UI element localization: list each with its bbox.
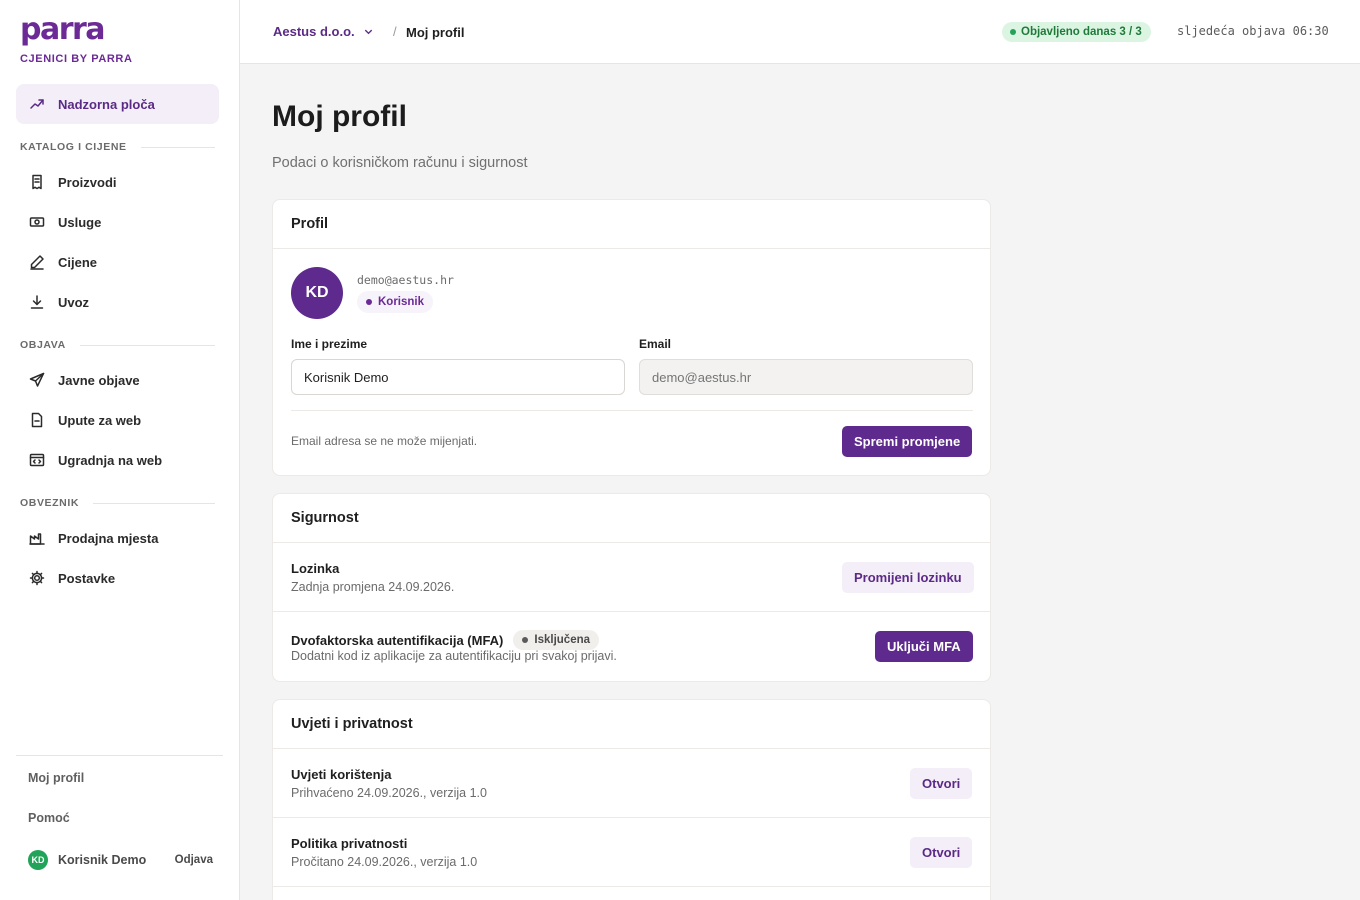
privacy-desc: Pročitano 24.09.2026., verzija 1.0	[291, 855, 478, 869]
section-label-katalog: KATALOG I CIJENE	[20, 140, 215, 154]
name-field[interactable]	[291, 359, 625, 395]
sidebar-item-label: Upute za web	[58, 412, 142, 428]
page-title: Moj profil	[272, 100, 407, 133]
gear-icon	[28, 569, 46, 587]
receipt-icon	[28, 173, 46, 191]
factory-icon	[28, 529, 46, 547]
sidebar-item-label: Ugradnja na web	[58, 452, 163, 468]
company-name: Aestus d.o.o.	[273, 24, 355, 39]
sidebar-user: KD Korisnik Demo Odjava	[28, 850, 213, 870]
open-privacy-button[interactable]: Otvori	[910, 837, 973, 868]
security-card: Sigurnost Lozinka Zadnja promjena 24.09.…	[272, 493, 991, 682]
sidebar-item-label: Javne objave	[58, 372, 140, 388]
avatar: KD	[291, 267, 343, 319]
password-desc: Zadnja promjena 24.09.2026.	[291, 580, 455, 594]
chevron-down-icon	[364, 29, 372, 35]
sidebar-item-label: Cijene	[58, 254, 98, 270]
logout-button[interactable]: Odjava	[175, 854, 213, 866]
sidebar-item-ugradnja-na-web[interactable]: Ugradnja na web	[16, 440, 219, 480]
password-row: Lozinka Zadnja promjena 24.09.2026. Prom…	[273, 543, 990, 612]
company-switcher[interactable]: Aestus d.o.o.	[273, 24, 374, 39]
send-icon	[28, 371, 46, 389]
sidebar-item-label: Usluge	[58, 214, 102, 230]
privacy-row: Politika privatnosti Pročitano 24.09.202…	[273, 818, 990, 887]
parra-logo[interactable]: parra	[20, 12, 106, 48]
save-button[interactable]: Spremi promjene	[842, 426, 973, 457]
mfa-desc: Dodatni kod iz aplikacije za autentifika…	[291, 649, 617, 663]
banknote-icon	[28, 213, 46, 231]
divider	[291, 410, 973, 411]
email-hint: Email adresa se ne može mijenjati.	[291, 434, 478, 448]
avatar: KD	[28, 850, 48, 870]
sidebar-divider	[16, 755, 223, 756]
mfa-status-text: Isključena	[534, 634, 591, 646]
terms-card: Uvjeti i privatnost Uvjeti korištenja Pr…	[272, 699, 991, 900]
section-label-objava: OBJAVA	[20, 338, 215, 352]
sidebar-item-dashboard[interactable]: Nadzorna ploča	[16, 84, 219, 124]
document-icon	[28, 411, 46, 429]
trend-up-icon	[28, 95, 46, 113]
card-title: Sigurnost	[273, 494, 990, 543]
privacy-title: Politika privatnosti	[291, 836, 408, 851]
publish-status-text: Objavljeno danas 3 / 3	[1021, 26, 1142, 38]
sidebar-item-cijene[interactable]: Cijene	[16, 242, 219, 282]
password-title: Lozinka	[291, 561, 340, 576]
user-name: Korisnik Demo	[58, 853, 147, 867]
profile-email: demo@aestus.hr	[357, 273, 454, 287]
role-badge: Korisnik	[357, 291, 434, 313]
breadcrumb-separator: /	[393, 24, 397, 39]
status-dot-icon	[1010, 29, 1016, 35]
sidebar-link-profile[interactable]: Moj profil	[28, 771, 84, 785]
section-label-obveznik: OBVEZNIK	[20, 496, 215, 510]
sidebar-item-prodajna-mjesta[interactable]: Prodajna mjesta	[16, 518, 219, 558]
publish-status-badge: Objavljeno danas 3 / 3	[1002, 22, 1151, 42]
mfa-title-wrap: Dvofaktorska autentifikacija (MFA) Isklj…	[291, 630, 600, 650]
sidebar-item-uvoz[interactable]: Uvoz	[16, 282, 219, 322]
brand-subtitle: CJENICI BY PARRA	[20, 53, 133, 65]
mfa-row: Dvofaktorska autentifikacija (MFA) Isklj…	[273, 612, 990, 681]
terms-desc: Prihvaćeno 24.09.2026., verzija 1.0	[291, 786, 487, 800]
card-title: Profil	[273, 200, 990, 249]
next-publish-time: sljedeća objava 06:30	[1177, 24, 1329, 38]
card-title: Uvjeti i privatnost	[273, 700, 990, 749]
name-label: Ime i prezime	[291, 337, 368, 351]
terms-title: Uvjeti korištenja	[291, 767, 392, 782]
sidebar-item-usluge[interactable]: Usluge	[16, 202, 219, 242]
sidebar-link-help[interactable]: Pomoć	[28, 811, 70, 825]
page-subtitle: Podaci o korisničkom računu i sigurnost	[272, 155, 528, 171]
profile-card: Profil KD demo@aestus.hr Korisnik Ime i …	[272, 199, 991, 476]
sidebar-item-javne-objave[interactable]: Javne objave	[16, 360, 219, 400]
enable-mfa-button[interactable]: Uključi MFA	[875, 631, 973, 662]
topbar: Aestus d.o.o. / Moj profil Objavljeno da…	[240, 0, 1360, 64]
email-field	[639, 359, 973, 395]
email-label: Email	[639, 337, 672, 351]
sidebar-item-label: Postavke	[58, 570, 116, 586]
pen-icon	[28, 253, 46, 271]
sidebar-item-label: Prodajna mjesta	[58, 530, 159, 546]
code-window-icon	[28, 451, 46, 469]
status-dot-icon	[522, 637, 529, 643]
sidebar-item-label: Uvoz	[58, 294, 90, 310]
change-password-button[interactable]: Promijeni lozinku	[842, 562, 974, 593]
terms-row: Uvjeti korištenja Prihvaćeno 24.09.2026.…	[273, 749, 990, 818]
mfa-title: Dvofaktorska autentifikacija (MFA)	[291, 632, 504, 648]
role-dot-icon	[366, 299, 372, 305]
sidebar-item-proizvodi[interactable]: Proizvodi	[16, 162, 219, 202]
breadcrumb-current: Moj profil	[406, 25, 465, 40]
sidebar-item-label: Nadzorna ploča	[58, 96, 155, 112]
mfa-status-badge: Isključena	[513, 630, 600, 650]
sidebar-item-label: Proizvodi	[58, 174, 117, 190]
sidebar: parra CJENICI BY PARRA Nadzorna ploča KA…	[0, 0, 240, 900]
open-terms-button[interactable]: Otvori	[910, 768, 973, 799]
download-icon	[28, 293, 46, 311]
sidebar-item-upute-za-web[interactable]: Upute za web	[16, 400, 219, 440]
sidebar-item-postavke[interactable]: Postavke	[16, 558, 219, 598]
role-text: Korisnik	[378, 296, 425, 308]
